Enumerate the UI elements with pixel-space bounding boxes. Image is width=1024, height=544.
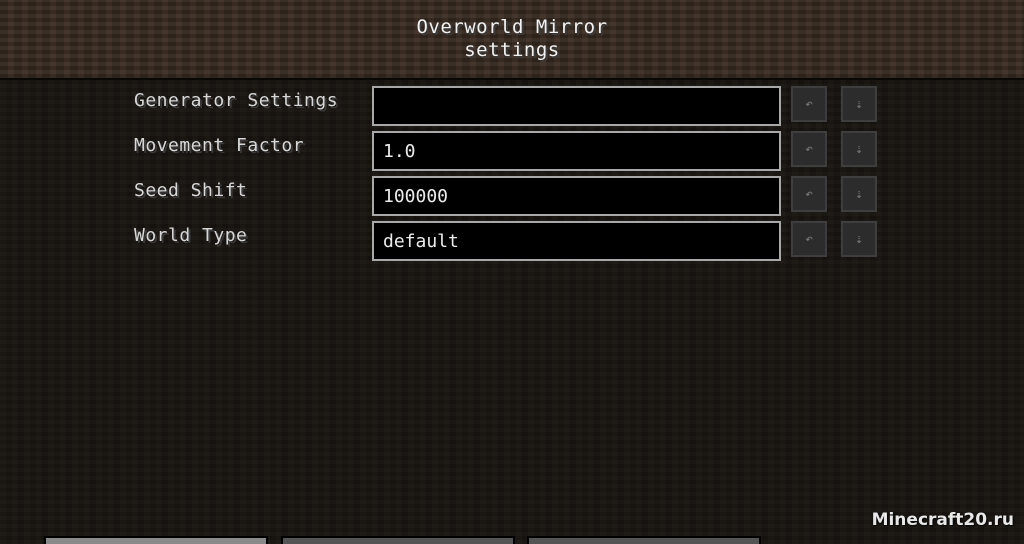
title-line-1: Overworld Mirror xyxy=(416,16,608,38)
undo-button[interactable]: ↶ xyxy=(791,86,827,122)
setting-label: Generator Settings xyxy=(134,90,339,111)
reset-default-button[interactable]: ⇣ xyxy=(841,176,877,212)
undo-button[interactable]: ↶ xyxy=(791,131,827,167)
settings-screen: Overworld Mirror settings Generator Sett… xyxy=(0,0,1024,544)
page-title: Overworld Mirror settings xyxy=(0,16,1024,62)
watermark: Minecraft20.ru xyxy=(871,510,1014,530)
reset-all-button[interactable] xyxy=(527,536,761,544)
reset-default-button[interactable]: ⇣ xyxy=(841,86,877,122)
undo-arrow-icon: ↶ xyxy=(805,141,813,157)
undo-all-button[interactable] xyxy=(281,536,515,544)
undo-button[interactable]: ↶ xyxy=(791,176,827,212)
reset-default-icon: ⇣ xyxy=(855,141,863,157)
reset-default-button[interactable]: ⇣ xyxy=(841,221,877,257)
done-button[interactable] xyxy=(44,536,268,544)
setting-label: Movement Factor xyxy=(134,135,305,156)
undo-button[interactable]: ↶ xyxy=(791,221,827,257)
setting-label: Seed Shift xyxy=(134,180,248,201)
setting-row-generator-settings: Generator Settings ↶ ⇣ xyxy=(0,86,1024,126)
reset-default-button[interactable]: ⇣ xyxy=(841,131,877,167)
setting-row-seed-shift: Seed Shift ↶ ⇣ xyxy=(0,176,1024,216)
reset-default-icon: ⇣ xyxy=(855,96,863,112)
title-line-2: settings xyxy=(464,39,560,61)
setting-row-movement-factor: Movement Factor ↶ ⇣ xyxy=(0,131,1024,171)
generator-settings-input[interactable] xyxy=(372,86,781,126)
movement-factor-input[interactable] xyxy=(372,131,781,171)
title-bar: Overworld Mirror settings xyxy=(0,0,1024,80)
reset-default-icon: ⇣ xyxy=(855,186,863,202)
undo-arrow-icon: ↶ xyxy=(805,96,813,112)
seed-shift-input[interactable] xyxy=(372,176,781,216)
reset-default-icon: ⇣ xyxy=(855,231,863,247)
undo-arrow-icon: ↶ xyxy=(805,186,813,202)
undo-arrow-icon: ↶ xyxy=(805,231,813,247)
setting-row-world-type: World Type ↶ ⇣ xyxy=(0,221,1024,261)
world-type-input[interactable] xyxy=(372,221,781,261)
setting-label: World Type xyxy=(134,225,248,246)
